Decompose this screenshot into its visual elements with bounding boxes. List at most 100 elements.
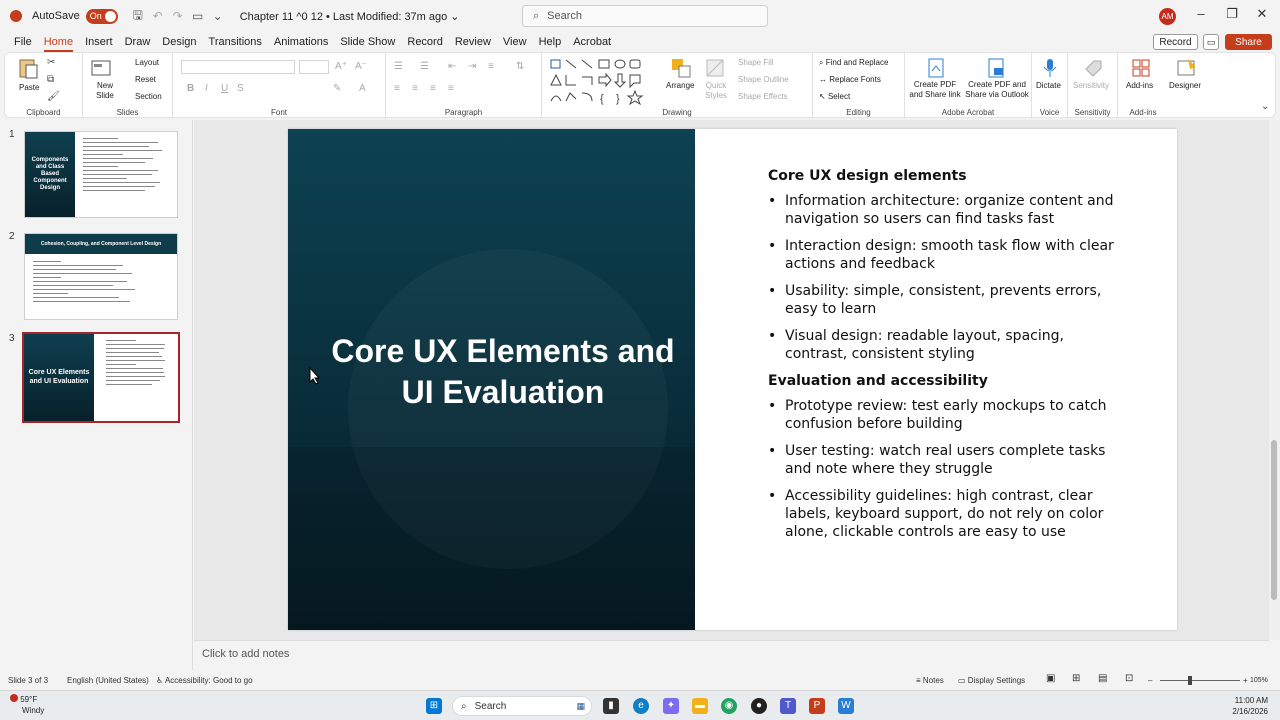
normal-view-icon[interactable]: ▣ <box>1046 673 1055 684</box>
quick-styles-button[interactable]: Quick Styles <box>701 81 731 101</box>
grow-font-icon[interactable]: A⁺ <box>335 61 347 72</box>
create-pdf-outlook-button[interactable]: Create PDF and Share via Outlook <box>965 80 1029 100</box>
save-icon[interactable]: 🖫 <box>128 6 148 27</box>
share-button[interactable]: Share <box>1225 34 1272 50</box>
bold-icon[interactable]: B <box>187 83 194 94</box>
arrange-button[interactable]: Arrange <box>666 81 694 90</box>
zoom-slider-knob[interactable] <box>1188 676 1192 685</box>
paste-button[interactable]: Paste <box>19 83 39 92</box>
edge-icon[interactable]: e <box>633 698 649 714</box>
text-direction-icon[interactable]: ⇅ <box>516 61 524 72</box>
cut-icon[interactable]: ✂ <box>47 57 55 68</box>
sensitivity-button[interactable]: Sensitivity <box>1073 81 1109 90</box>
microphone-icon[interactable] <box>1039 57 1061 79</box>
comments-icon[interactable]: ▭ <box>1203 34 1219 50</box>
teams-icon[interactable]: T <box>780 698 796 714</box>
italic-icon[interactable]: I <box>205 83 208 94</box>
slide-thumbnail-1[interactable]: Components and Class Based Component Des… <box>24 131 178 218</box>
align-center-icon[interactable]: ≡ <box>412 83 418 94</box>
new-slide-icon[interactable] <box>90 57 112 79</box>
shapes-gallery[interactable]: { } <box>548 57 648 105</box>
notes-button[interactable]: ≡ Notes <box>916 676 944 685</box>
designer-icon[interactable] <box>1176 57 1198 79</box>
addins-icon[interactable] <box>1130 57 1152 79</box>
tab-slide-show[interactable]: Slide Show <box>334 32 401 52</box>
tab-file[interactable]: File <box>8 32 38 52</box>
taskbar-search[interactable]: ⌕ Search ▦ <box>452 696 592 716</box>
align-left-icon[interactable]: ≡ <box>394 83 400 94</box>
create-pdf-outlook-icon[interactable] <box>985 57 1007 79</box>
scrollbar-thumb[interactable] <box>1271 440 1277 600</box>
slide-sorter-icon[interactable]: ⊞ <box>1072 673 1080 684</box>
underline-icon[interactable]: U <box>221 83 228 94</box>
tab-insert[interactable]: Insert <box>79 32 119 52</box>
customize-qat-icon[interactable]: ⌄ <box>208 9 228 23</box>
restore-icon[interactable]: ❐ <box>1222 6 1242 22</box>
shape-outline-button[interactable]: Shape Outline <box>738 75 789 84</box>
tab-draw[interactable]: Draw <box>119 32 157 52</box>
tab-view[interactable]: View <box>497 32 533 52</box>
zoom-in-icon[interactable]: + <box>1243 676 1248 685</box>
avatar[interactable]: AM <box>1159 8 1176 25</box>
present-icon[interactable]: ▭ <box>188 9 208 23</box>
layout-button[interactable]: Layout <box>135 58 159 67</box>
windows-start-icon[interactable]: ⊞ <box>426 698 442 714</box>
new-slide-button[interactable]: New Slide <box>90 81 120 101</box>
slide-thumbnail-2[interactable]: Cohesion, Coupling, and Component Level … <box>24 233 178 320</box>
tab-help[interactable]: Help <box>533 32 568 52</box>
vertical-scrollbar[interactable] <box>1269 120 1280 640</box>
reading-view-icon[interactable]: ▤ <box>1098 673 1107 684</box>
tab-home[interactable]: Home <box>38 32 79 52</box>
highlight-icon[interactable]: ✎ <box>333 83 341 94</box>
file-explorer-icon[interactable]: ▬ <box>692 698 708 714</box>
collapse-ribbon-icon[interactable]: ⌄ <box>1261 101 1269 112</box>
find-replace-button[interactable]: ⌕ Find and Replace <box>819 58 888 68</box>
line-spacing-icon[interactable]: ≡ <box>488 61 494 72</box>
shape-fill-button[interactable]: Shape Fill <box>738 58 774 67</box>
tab-animations[interactable]: Animations <box>268 32 334 52</box>
copilot-icon[interactable]: ✦ <box>663 698 679 714</box>
zoom-out-icon[interactable]: – <box>1148 676 1152 685</box>
slide-content-box[interactable]: Core UX design elements Information arch… <box>768 167 1118 550</box>
zoom-slider[interactable] <box>1160 680 1240 681</box>
align-right-icon[interactable]: ≡ <box>430 83 436 94</box>
tab-acrobat[interactable]: Acrobat <box>567 32 617 52</box>
slideshow-icon[interactable]: ⊡ <box>1125 673 1133 684</box>
replace-fonts-button[interactable]: ↔ Replace Fonts <box>819 75 881 84</box>
select-button[interactable]: ↖ Select <box>819 92 850 101</box>
sensitivity-icon[interactable] <box>1082 57 1104 79</box>
language-status[interactable]: English (United States) <box>67 676 149 685</box>
word-icon[interactable]: W <box>838 698 854 714</box>
tab-review[interactable]: Review <box>449 32 497 52</box>
bullets-icon[interactable]: ☰ <box>394 61 403 72</box>
app-icon[interactable]: ● <box>751 698 767 714</box>
tab-record[interactable]: Record <box>401 32 448 52</box>
tab-transitions[interactable]: Transitions <box>203 32 268 52</box>
document-title[interactable]: Chapter 11 ^0 12 • Last Modified: 37m ag… <box>240 10 460 23</box>
create-pdf-share-link-button[interactable]: Create PDF and Share link <box>907 80 963 100</box>
numbering-icon[interactable]: ☰ <box>420 61 429 72</box>
record-button[interactable]: Record <box>1153 34 1198 50</box>
accessibility-status[interactable]: ♿ Accessibility: Good to go <box>156 676 253 685</box>
chrome-icon[interactable]: ◉ <box>721 698 737 714</box>
section-button[interactable]: Section <box>135 92 162 101</box>
create-pdf-link-icon[interactable] <box>925 57 947 79</box>
display-settings-button[interactable]: ▭ Display Settings <box>958 676 1025 685</box>
current-slide[interactable]: Core UX Elements and UI Evaluation Core … <box>288 129 1177 630</box>
notes-pane[interactable]: Click to add notes <box>194 640 1269 670</box>
redo-icon[interactable]: ↷ <box>168 9 188 23</box>
system-clock[interactable]: 11:00 AM 2/16/2026 <box>1232 695 1268 717</box>
increase-indent-icon[interactable]: ⇥ <box>468 61 476 72</box>
justify-icon[interactable]: ≡ <box>448 83 454 94</box>
shrink-font-icon[interactable]: A⁻ <box>355 61 367 72</box>
task-view-icon[interactable]: ▮ <box>603 698 619 714</box>
arrange-icon[interactable] <box>670 57 692 79</box>
weather-widget[interactable]: 59°F Windy <box>10 694 44 716</box>
reset-button[interactable]: Reset <box>135 75 156 84</box>
powerpoint-icon[interactable]: P <box>809 698 825 714</box>
copy-icon[interactable]: ⧉ <box>47 74 54 85</box>
designer-button[interactable]: Designer <box>1169 81 1201 90</box>
minimize-icon[interactable]: – <box>1191 6 1211 21</box>
undo-icon[interactable]: ↶ <box>148 9 168 23</box>
font-color-icon[interactable]: A <box>359 83 366 94</box>
